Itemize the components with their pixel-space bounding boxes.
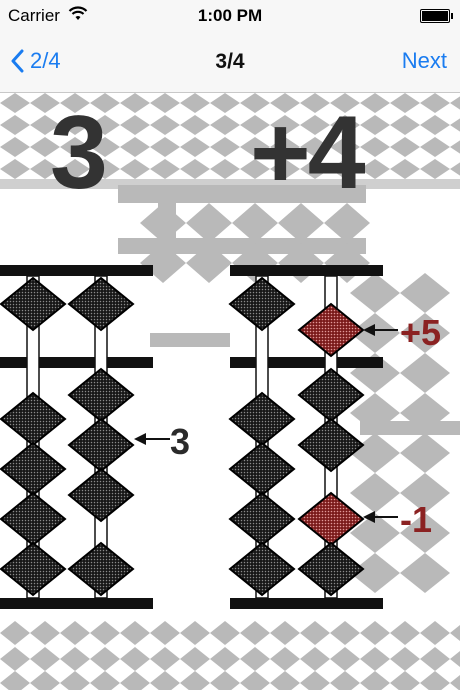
right-rod1-upper-bead[interactable] — [228, 276, 296, 332]
upper-bead-change-label: +5 — [400, 312, 442, 353]
left-bottom-bar — [0, 598, 153, 609]
right-beam — [230, 357, 383, 368]
left-rod2-lower-bead[interactable] — [67, 367, 135, 423]
right-rod1-lower-bead[interactable] — [228, 391, 296, 447]
page-title: 3/4 — [215, 50, 245, 73]
left-top-bar — [0, 265, 153, 276]
right-abacus — [228, 265, 383, 609]
lower-bead-change-label: -1 — [400, 499, 433, 540]
right-bottom-bar — [230, 598, 383, 609]
arrow-left-icon — [134, 433, 170, 445]
right-rod1-lower-bead[interactable] — [228, 491, 296, 547]
left-beam — [0, 357, 153, 368]
left-rod2-upper-bead[interactable] — [67, 276, 135, 332]
right-rod2-upper-bead-moved[interactable] — [297, 302, 365, 358]
left-rod1-lower-bead[interactable] — [0, 391, 67, 447]
first-operand: 3 — [50, 95, 108, 211]
left-rod1-lower-bead[interactable] — [0, 541, 67, 597]
right-top-bar — [230, 265, 383, 276]
left-rod2-lower-bead[interactable] — [67, 467, 135, 523]
navigation-bar: 2/4 3/4 Next — [0, 32, 460, 93]
right-rod1-lower-bead[interactable] — [228, 441, 296, 497]
status-time: 1:00 PM — [197, 6, 263, 25]
right-rod1-lower-bead[interactable] — [228, 541, 296, 597]
left-rod1-upper-bead[interactable] — [0, 276, 67, 332]
battery-icon — [420, 9, 453, 23]
left-rod-value-label: 3 — [170, 421, 191, 462]
left-rod2-lower-bead[interactable] — [67, 541, 135, 597]
next-button[interactable]: Next — [402, 48, 447, 74]
abacus-lesson-area: 3 +4 3 +5 -1 — [0, 93, 460, 690]
right-rod2-lower-bead-moved[interactable] — [297, 491, 365, 547]
second-operand: +4 — [250, 95, 366, 211]
right-rod2-lower-bead[interactable] — [297, 417, 365, 473]
left-rod2-lower-bead[interactable] — [67, 417, 135, 473]
left-rod1-lower-bead[interactable] — [0, 491, 67, 547]
right-rod2-lower-bead[interactable] — [297, 541, 365, 597]
status-bar: Carrier 1:00 PM — [0, 0, 460, 32]
left-abacus — [0, 265, 153, 609]
left-rod1-lower-bead[interactable] — [0, 441, 67, 497]
